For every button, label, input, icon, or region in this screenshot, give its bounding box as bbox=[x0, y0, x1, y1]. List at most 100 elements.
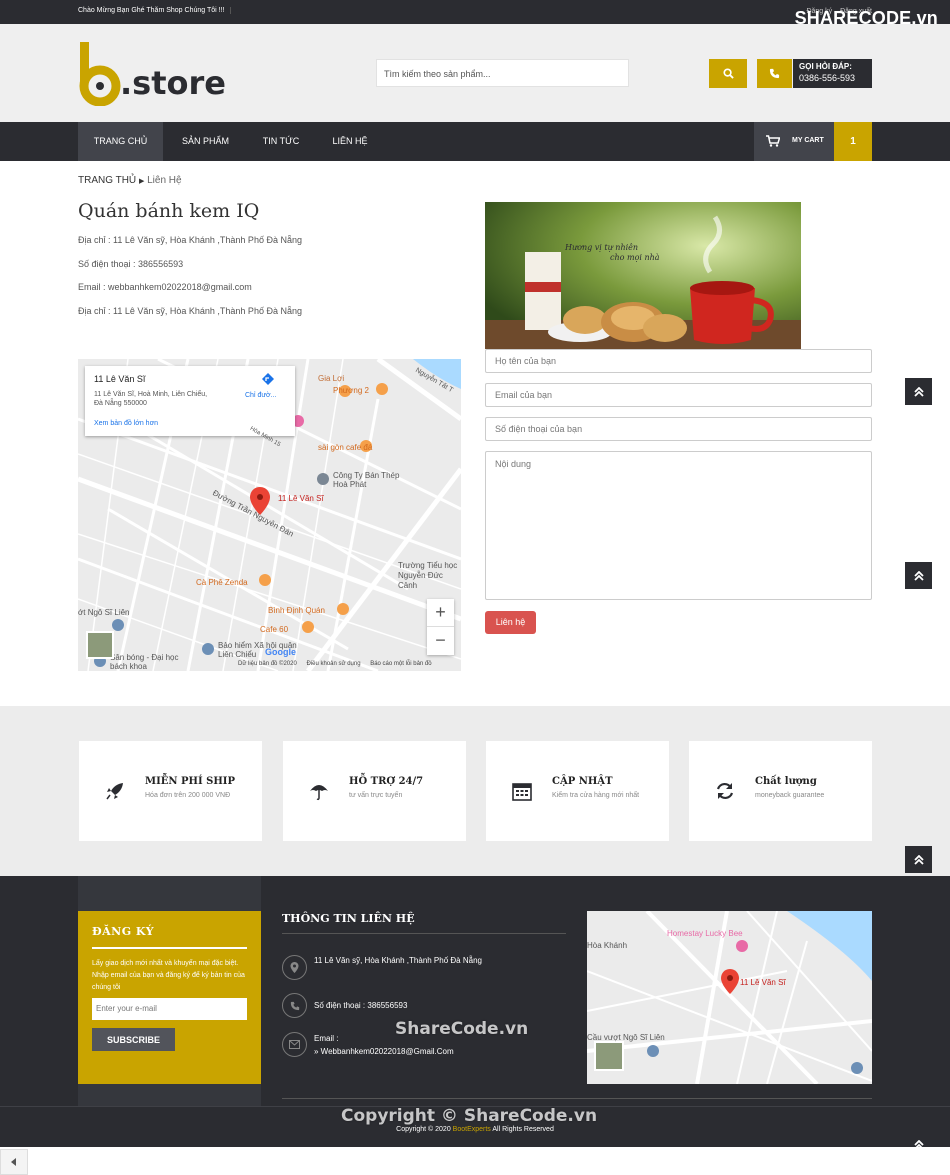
scroll-top-button[interactable] bbox=[905, 562, 932, 589]
copyright-text: Copyright © 2020 BootExperts All Rights … bbox=[0, 1126, 950, 1133]
map-label-san-bong: Sân bóng - Đại học bách khoa bbox=[110, 653, 179, 671]
features-section: MIỄN PHÍ SHIP Hóa đơn trên 200 000 VNĐ H… bbox=[0, 706, 950, 876]
feature-subtitle: Kiểm tra cửa hàng mới nhất bbox=[552, 792, 640, 799]
map-satellite-thumbnail[interactable] bbox=[86, 631, 114, 659]
scroll-left-button[interactable] bbox=[0, 1149, 28, 1175]
refresh-icon bbox=[716, 782, 734, 800]
welcome-text: Chào Mừng Bạn Ghé Thăm Shop Chúng Tôi !!… bbox=[78, 7, 232, 14]
footer-address: 11 Lê Văn sỹ, Hòa Khánh ,Thành Phố Đà Nẵ… bbox=[314, 956, 482, 965]
calendar-icon bbox=[512, 783, 532, 801]
map-label-gia-loi: Gia Lợi bbox=[318, 374, 345, 383]
contact-divider bbox=[282, 933, 566, 934]
logo-text: .store bbox=[120, 64, 226, 102]
map-report-link[interactable]: Báo cáo một lỗi bản đồ bbox=[370, 661, 431, 667]
contact-submit-button[interactable]: Liên hệ bbox=[485, 611, 536, 634]
hotline-label: GỌI HỎI ĐÁP: bbox=[799, 62, 852, 71]
cart-button[interactable]: MY CART bbox=[754, 122, 834, 161]
feature-title: MIỄN PHÍ SHIP bbox=[145, 776, 235, 787]
shop-email: Email : webbanhkem02022018@gmail.com bbox=[78, 282, 252, 292]
feature-title: HỖ TRỢ 24/7 bbox=[349, 776, 424, 787]
contact-heading: THÔNG TIN LIÊN HỆ bbox=[282, 912, 415, 925]
footer-map-label-homestay: Homestay Lucky Bee bbox=[667, 929, 743, 938]
footer-email[interactable]: » Webbanhkem02022018@Gmail.Com bbox=[314, 1047, 454, 1056]
search-input[interactable]: Tìm kiếm theo sản phẩm... bbox=[376, 59, 629, 87]
feature-subtitle: moneyback guarantee bbox=[755, 792, 825, 799]
nav-news[interactable]: TIN TỨC bbox=[250, 122, 312, 161]
map-place-address: 11 Lê Văn Sĩ, Hoà Minh, Liên Chiểu, Đà N… bbox=[94, 391, 208, 407]
map-label-phuong2: Phương 2 bbox=[333, 386, 369, 395]
footer-map[interactable]: Homestay Lucky Bee Hòa Khánh 11 Lê Văn S… bbox=[587, 911, 872, 1084]
footer-phone: Số điện thoại : 386556593 bbox=[314, 1001, 408, 1010]
footer-email-label: Email : bbox=[314, 1034, 339, 1043]
map-place-card: 11 Lê Văn Sĩ 11 Lê Văn Sĩ, Hoà Minh, Liê… bbox=[85, 366, 295, 436]
directions-icon[interactable] bbox=[261, 372, 275, 386]
search-button[interactable] bbox=[709, 59, 747, 88]
map-place-name: 11 Lê Văn Sĩ bbox=[94, 374, 146, 384]
shop-phone: Số điện thoại : 386556593 bbox=[78, 259, 184, 269]
store-logo[interactable]: .store bbox=[78, 42, 226, 106]
phone-icon bbox=[769, 68, 780, 79]
subscribe-button[interactable]: SUBSCRIBE bbox=[92, 1028, 175, 1051]
search-icon bbox=[722, 68, 734, 79]
map-label-saigon-cafe: sài gòn cafe đá bbox=[318, 443, 373, 452]
feature-card: CẬP NHẬT Kiểm tra cửa hàng mới nhất bbox=[486, 741, 669, 841]
cake-coffee-illustration: Hương vị tự nhiên cho mọi nhà bbox=[485, 202, 801, 349]
cart-count-badge[interactable]: 1 bbox=[834, 122, 872, 161]
footer-divider bbox=[282, 1098, 872, 1099]
subscribe-text: Lấy giao dịch mới nhất và khuyến mại đặc… bbox=[92, 960, 245, 991]
watermark-center: ShareCode.vn bbox=[395, 1019, 529, 1039]
feature-card: HỖ TRỢ 24/7 tư vấn trực tuyến bbox=[283, 741, 466, 841]
phone-field[interactable]: Số điện thoại của bạn bbox=[485, 417, 872, 441]
map-footer: Dữ liệu bản đồ ©2020 Điều khoản sử dụng … bbox=[238, 661, 440, 667]
feature-card: Chất lượng moneyback guarantee bbox=[689, 741, 872, 841]
copyright-post: All Rights Reserved bbox=[492, 1126, 554, 1133]
subscribe-email-input[interactable]: Enter your e-mail bbox=[92, 998, 247, 1020]
angle-double-right-icon: » bbox=[314, 1047, 321, 1056]
scroll-top-button[interactable] bbox=[905, 846, 932, 873]
page-bottom-strip bbox=[0, 1147, 950, 1175]
envelope-icon bbox=[282, 1032, 307, 1057]
copyright-pre: Copyright © 2020 bbox=[396, 1126, 451, 1133]
nav-home[interactable]: TRANG CHỦ bbox=[78, 122, 163, 161]
header: .store Tìm kiếm theo sản phẩm... GỌI HỎI… bbox=[0, 24, 950, 122]
hotline-box: GỌI HỎI ĐÁP: 0386-556-593 bbox=[793, 59, 872, 88]
zoom-in-button[interactable]: + bbox=[427, 599, 454, 627]
feature-title: CẬP NHẬT bbox=[552, 776, 613, 787]
map-directions-link[interactable]: Chỉ đườ... bbox=[245, 392, 276, 399]
feature-subtitle: Hóa đơn trên 200 000 VNĐ bbox=[145, 792, 231, 799]
shop-address: Địa chỉ : 11 Lê Văn sỹ, Hòa Khánh ,Thành… bbox=[78, 235, 302, 245]
map-terms-link[interactable]: Điều khoản sử dụng bbox=[306, 661, 360, 667]
map-label-truong: Trường Tiểu học Nguyễn Đức Cảnh bbox=[398, 561, 458, 590]
nav-contact[interactable]: LIÊN HỆ bbox=[318, 122, 382, 161]
breadcrumb: TRANG THỦ ▶ Liên Hệ bbox=[78, 175, 182, 186]
caret-right-icon: ▶ bbox=[138, 178, 145, 185]
scroll-top-button[interactable] bbox=[905, 378, 932, 405]
breadcrumb-home[interactable]: TRANG THỦ bbox=[78, 175, 136, 186]
message-textarea[interactable]: Nội dung bbox=[485, 451, 872, 600]
footer-left-column: ĐĂNG KÝ Lấy giao dịch mới nhất và khuyến… bbox=[78, 876, 261, 1106]
footer-map-label-hoa-khanh: Hòa Khánh bbox=[587, 941, 628, 950]
shop-address-2: Địa chỉ : 11 Lê Văn sỹ, Hòa Khánh ,Thành… bbox=[78, 306, 302, 316]
umbrella-icon bbox=[310, 785, 328, 801]
map-label-binh-dinh: Bình Định Quán bbox=[268, 606, 325, 615]
subscribe-divider bbox=[92, 947, 247, 949]
copyright-brand-link[interactable]: BootExperts bbox=[453, 1126, 491, 1133]
hotline-number: 0386-556-593 bbox=[799, 73, 856, 83]
rocket-icon bbox=[106, 783, 123, 800]
footer-map-label-cau-vuot: Cầu vượt Ngô Sĩ Liên bbox=[587, 1033, 665, 1042]
cart-icon bbox=[766, 135, 780, 147]
triangle-left-icon bbox=[11, 1158, 16, 1166]
name-field[interactable]: Họ tên của bạn bbox=[485, 349, 872, 373]
google-map[interactable]: 11 Lê Văn Sĩ 11 Lê Văn Sĩ, Hoà Minh, Liê… bbox=[78, 359, 461, 671]
breadcrumb-current: Liên Hệ bbox=[147, 175, 182, 186]
phone-button[interactable] bbox=[757, 59, 792, 88]
logo-b-icon bbox=[79, 42, 121, 106]
nav-products[interactable]: SẢN PHẨM bbox=[168, 122, 243, 161]
watermark-copyright: Copyright © ShareCode.vn bbox=[341, 1106, 598, 1126]
google-logo: Google bbox=[265, 647, 296, 657]
location-icon bbox=[282, 955, 307, 980]
zoom-out-button[interactable]: − bbox=[427, 627, 454, 655]
double-chevron-up-icon bbox=[913, 386, 924, 397]
email-field[interactable]: Email của bạn bbox=[485, 383, 872, 407]
map-larger-link[interactable]: Xem bản đồ lớn hơn bbox=[94, 420, 158, 427]
